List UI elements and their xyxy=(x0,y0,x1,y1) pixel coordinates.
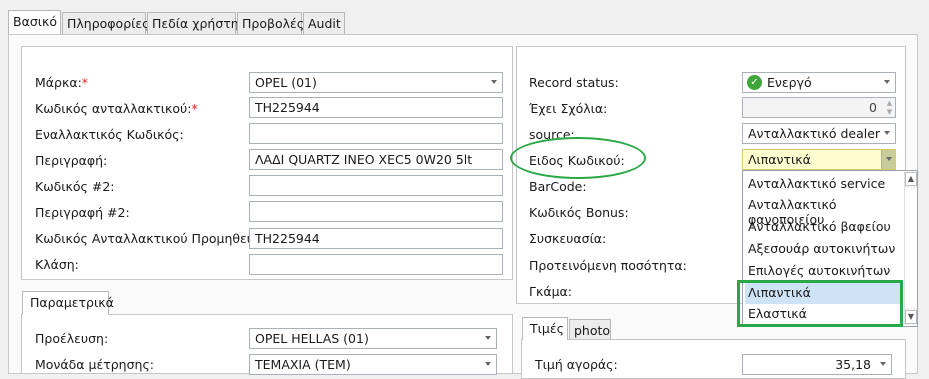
tab-parametrika[interactable]: Παραμετρικά xyxy=(22,291,114,315)
timi-agoras-input[interactable]: 35,18 xyxy=(742,354,892,375)
check-icon: ✓ xyxy=(747,75,762,90)
record-status-select[interactable]: ✓ Ενεργό xyxy=(742,72,896,93)
enallaktikos-input[interactable] xyxy=(249,123,503,144)
scroll-track[interactable] xyxy=(905,188,917,308)
proeleusi-select[interactable]: OPEL HELLAS (01) xyxy=(249,328,497,349)
monada-label: Μονάδα μέτρησης: xyxy=(35,357,155,372)
dropdown-scrollbar[interactable]: ▲ ▼ xyxy=(904,172,917,325)
enallaktikos-label: Εναλλακτικός Κωδικός: xyxy=(35,127,184,142)
chevron-down-icon[interactable] xyxy=(491,80,497,84)
chevron-down-icon[interactable] xyxy=(880,362,886,366)
monada-select[interactable]: ΤΕΜΑΧΙΑ (TEM) xyxy=(249,354,497,375)
barcode-label: BarCode: xyxy=(529,179,587,194)
highlight-rectangle xyxy=(737,280,903,327)
dropdown-option[interactable]: Επιλογές αυτοκινήτων xyxy=(745,261,903,282)
spin-down-icon[interactable]: ▼ xyxy=(885,108,894,116)
syskevasia-label: Συσκευασία: xyxy=(529,231,607,246)
chevron-down-icon[interactable] xyxy=(884,80,890,84)
dropdown-option[interactable]: Αξεσουάρ αυτοκινήτων xyxy=(745,239,903,260)
dropdown-option[interactable]: Ανταλλακτικό service xyxy=(745,174,903,195)
record-status-label: Record status: xyxy=(529,75,619,90)
posotita-label: Προτεινόμενη ποσότητα: xyxy=(529,258,687,273)
chevron-down-icon[interactable] xyxy=(485,362,491,366)
scroll-down-icon[interactable]: ▼ xyxy=(905,310,917,324)
eidos-kodikou-select[interactable]: Λιπαντικά xyxy=(742,149,896,170)
highlight-ellipse xyxy=(510,137,646,179)
gkama-label: Γκάμα: xyxy=(529,284,572,299)
kodikos2-label: Κωδικός #2: xyxy=(35,179,115,194)
promitheutis-input[interactable]: TH225944 xyxy=(249,228,503,249)
tab-pedia-xristi[interactable]: Πεδία χρήστη xyxy=(147,12,239,34)
tab-provoles[interactable]: Προβολές xyxy=(237,12,304,34)
perigrafi-label: Περιγραφή: xyxy=(35,153,108,168)
tab-photo[interactable]: photo xyxy=(569,319,611,339)
tab-vasiko[interactable]: Βασικό xyxy=(8,10,61,35)
tab-times[interactable]: Τιμές xyxy=(522,317,568,340)
dropdown-option[interactable]: Ανταλλακτικό βαφείου xyxy=(745,217,903,238)
perigrafi-input[interactable]: ΛΑΔΙ QUARTZ INEO XEC5 0W20 5lt xyxy=(249,149,503,170)
marka-label: Μάρκα:* xyxy=(35,75,89,90)
perigrafi2-label: Περιγραφή #2: xyxy=(35,205,130,220)
tab-audit[interactable]: Audit xyxy=(303,12,345,34)
klasi-label: Κλάση: xyxy=(35,257,79,272)
timi-agoras-label: Τιμή αγοράς: xyxy=(535,357,618,372)
perigrafi2-input[interactable] xyxy=(249,201,503,222)
spin-up-icon[interactable]: ▲ xyxy=(885,99,894,107)
klasi-input[interactable] xyxy=(249,254,503,275)
sxolia-label: Έχει Σχόλια: xyxy=(529,101,608,116)
chevron-down-icon[interactable] xyxy=(886,157,892,161)
bonus-label: Κωδικός Bonus: xyxy=(529,205,629,220)
proeleusi-label: Προέλευση: xyxy=(35,331,109,346)
chevron-down-icon[interactable] xyxy=(485,336,491,340)
kodikos-input[interactable]: TH225944 xyxy=(249,97,503,118)
chevron-down-icon[interactable] xyxy=(884,131,890,135)
dropdown-button[interactable] xyxy=(881,150,895,169)
kodikos-label: Κωδικός ανταλλακτικού:* xyxy=(35,101,198,116)
source-select[interactable]: Ανταλλακτικό dealer xyxy=(742,123,896,144)
kodikos2-input[interactable] xyxy=(249,175,503,196)
scroll-up-icon[interactable]: ▲ xyxy=(905,172,917,186)
promitheutis-label: Κωδικός Ανταλλακτικού Προμηθευτή: xyxy=(35,231,274,246)
sxolia-spinner[interactable]: 0 ▲ ▼ xyxy=(742,97,896,118)
dropdown-option[interactable]: Ανταλλακτικό φανοποιείου xyxy=(745,195,903,227)
tab-plirofories[interactable]: Πληροφορίες xyxy=(62,12,149,34)
marka-select[interactable]: OPEL (01) xyxy=(249,72,503,93)
